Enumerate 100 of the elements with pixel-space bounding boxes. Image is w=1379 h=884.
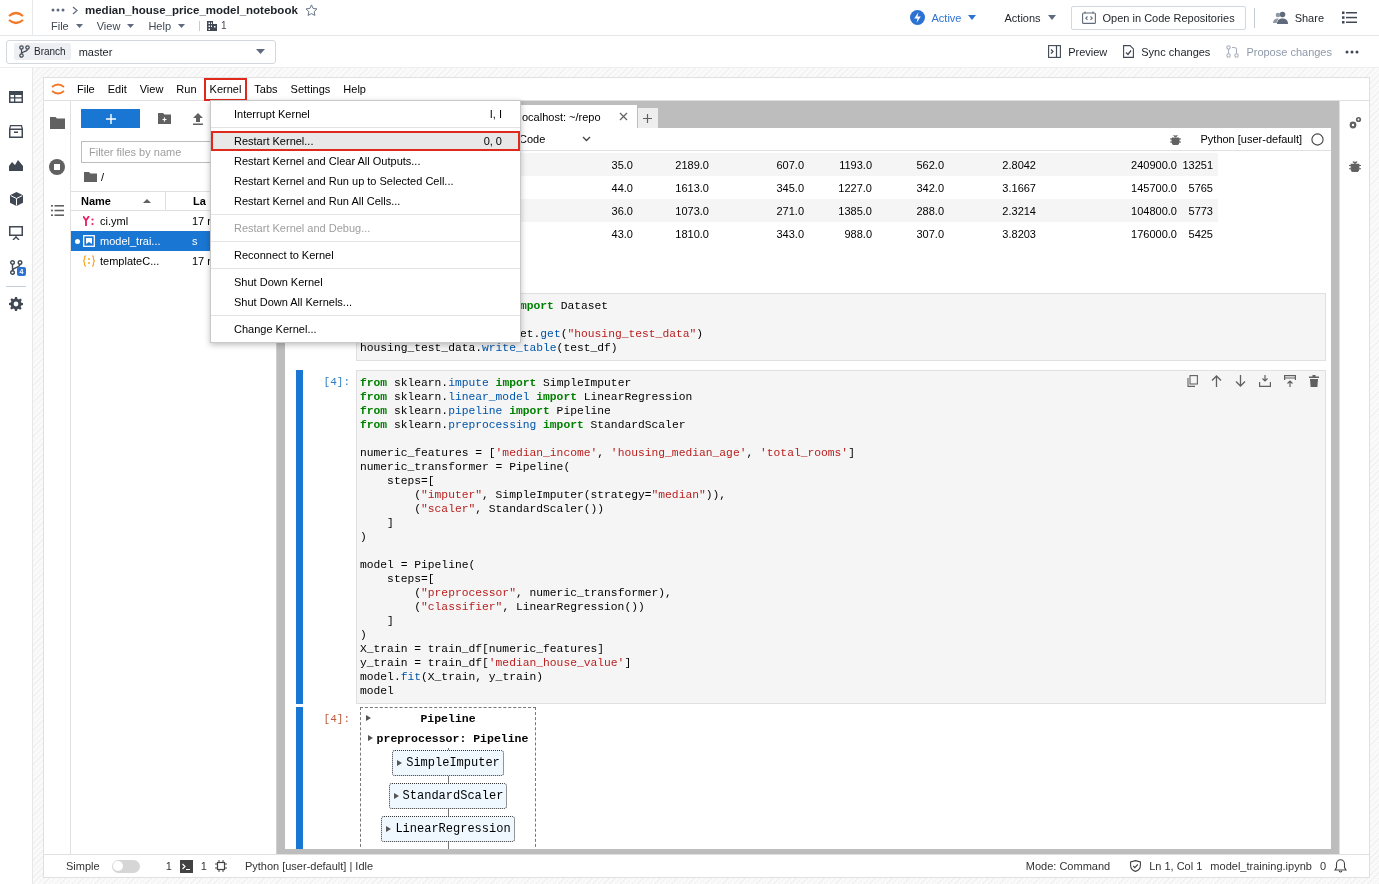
menu-item[interactable]: File [71,77,101,101]
arrow-up-icon[interactable] [1211,375,1222,387]
archive-icon[interactable] [9,124,23,138]
area-chart-icon[interactable] [9,159,23,171]
branch-icon[interactable] [9,259,23,275]
arrow-down-icon[interactable] [1235,375,1246,387]
add-tab-button[interactable] [637,108,658,128]
kernel-status[interactable]: Python [user-default] | Idle [244,860,374,872]
lightning-icon [909,10,925,25]
simple-toggle[interactable] [111,859,140,873]
menu-item[interactable]: Edit [101,77,133,101]
menu-item[interactable]: Restart Kernel and Run All Cells... [211,191,520,211]
branch-action-button[interactable]: Sync changes [1123,45,1211,58]
bug-icon[interactable] [1348,160,1361,172]
folder-icon[interactable] [49,117,65,129]
table-icon[interactable] [9,91,23,103]
gears-icon[interactable] [1347,116,1362,130]
branch-action-button[interactable]: Preview [1048,45,1108,58]
yaml-file-icon [83,216,95,226]
code-line: X_train = train_df[numeric_features] [360,642,605,656]
code-editor[interactable] [356,370,1326,704]
pipeline-step[interactable]: StandardScaler [388,783,508,809]
table-cell: 343.0 [714,222,809,245]
menu-item[interactable]: View [133,77,170,101]
pipeline-step[interactable]: SimpleImputer [392,750,504,776]
table-cell: 562.0 [877,153,949,176]
status-dropdown[interactable]: Active [899,5,987,30]
file-name: templateC... [100,255,161,267]
path-text[interactable]: / [101,171,105,183]
bug-icon[interactable] [1170,133,1182,145]
editor-mode: Mode: Command [1025,860,1111,872]
caret-icon [127,23,135,28]
insert-below-icon[interactable] [1284,375,1296,387]
table-cell: 1193.0 [809,153,877,176]
plus-icon [643,113,653,123]
menu-button[interactable]: File [51,19,97,32]
menu-item[interactable]: Help [337,77,372,101]
shield-icon[interactable] [1130,860,1142,872]
active-cell-bar[interactable] [296,370,303,704]
table-cell: 1810.0 [638,222,714,245]
column-header[interactable]: Name [81,195,111,207]
sort-icon[interactable] [143,199,151,203]
more-icon[interactable] [1345,49,1359,54]
notification-count: 0 [1319,860,1326,872]
table-cell: 5765 [1182,176,1218,199]
bell-icon[interactable] [1334,859,1347,873]
presentation-icon[interactable] [9,226,23,240]
stop-icon[interactable] [49,159,65,175]
column-header[interactable]: La [193,195,206,207]
modified-date: s [192,235,198,247]
new-launcher-button[interactable] [81,109,140,128]
menu-button[interactable]: View [96,19,149,32]
insert-above-icon[interactable] [1259,375,1271,387]
output-prompt: [4]: [323,712,350,727]
cube-icon[interactable] [9,192,23,206]
menu-item[interactable]: Run [170,77,203,101]
table-cell: 1613.0 [638,176,714,199]
menu-item[interactable]: Restart Kernel... 0, 0 [211,131,520,151]
code-line: ("classifier", LinearRegression()) [413,600,645,614]
input-prompt: [4]: [323,375,350,390]
copy-icon[interactable] [1187,375,1198,387]
actions-dropdown[interactable]: Actions [994,5,1066,30]
table-cell: 988.0 [809,222,877,245]
plus-icon [105,113,116,124]
open-repo-button[interactable]: Open in Code Repositories [1070,5,1246,30]
list-icon[interactable] [50,205,64,216]
expand-icon [393,793,399,799]
table-cell: 104800.0 [1041,199,1182,222]
notebook-title: median_house_price_model_notebook [85,4,298,16]
branch-name: master [78,45,114,58]
menu-item[interactable]: Kernel [203,77,248,101]
close-icon[interactable] [618,112,628,121]
menu-item[interactable]: Restart Kernel and Run up to Selected Cell... [211,171,520,191]
menu-button[interactable]: Help [148,19,199,32]
menu-item[interactable]: Tabs [248,77,284,101]
share-button[interactable]: Share [1262,5,1334,30]
star-icon[interactable] [304,3,318,17]
expand-icon[interactable] [366,715,371,721]
expand-icon[interactable] [367,735,373,741]
list-icon[interactable] [1342,11,1357,24]
folder-icon[interactable] [84,172,97,182]
settings-icon[interactable] [9,297,23,311]
menu-item[interactable]: Settings [284,77,337,101]
code-line: ("imputer", SimpleImputer(strategy="median")), [413,488,727,502]
more-icon[interactable] [51,8,65,12]
caret-icon [178,23,185,28]
cursor-position[interactable]: Ln 1, Col 1 [1149,860,1203,872]
new-folder-icon[interactable] [158,113,171,124]
pull-request-icon [1226,45,1240,58]
delete-icon[interactable] [1309,375,1319,387]
pipeline-step[interactable]: LinearRegression [381,816,515,842]
kernel-name[interactable]: Python [user-default] [1200,133,1302,145]
terminal-icon[interactable] [179,859,193,873]
active-cell-bar[interactable] [296,707,303,849]
chip-icon[interactable] [214,860,227,872]
menu-item[interactable]: Shut Down Kernel [211,272,520,292]
upload-icon[interactable] [193,112,203,125]
table-cell: 1073.0 [638,199,714,222]
branch-select[interactable]: Branch master [6,39,276,64]
file-name: ci.yml [100,215,130,227]
